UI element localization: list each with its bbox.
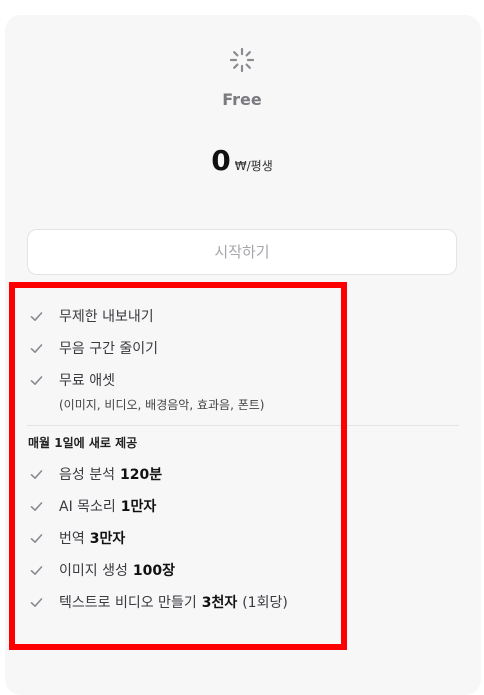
feature-item: 무료 애셋 bbox=[30, 368, 115, 392]
feature-label: 번역 bbox=[59, 531, 85, 547]
feature-label: 이미지 생성 bbox=[59, 563, 128, 579]
check-icon bbox=[30, 501, 43, 511]
monthly-feature-item: 번역 3만자 bbox=[30, 526, 125, 550]
check-icon bbox=[30, 533, 43, 543]
feature-value: 1만자 bbox=[120, 499, 157, 515]
assets-note: (이미지, 비디오, 배경음악, 효과음, 폰트) bbox=[59, 398, 265, 412]
feature-value: 100장 bbox=[132, 563, 175, 579]
feature-label: 무제한 내보내기 bbox=[59, 309, 154, 325]
monthly-feature-item: 음성 분석 120분 bbox=[30, 462, 162, 486]
feature-value: 120분 bbox=[119, 467, 163, 483]
monthly-section-title: 매월 1일에 새로 제공 bbox=[28, 436, 138, 450]
feature-suffix: (1회당) bbox=[242, 595, 288, 611]
divider bbox=[27, 425, 459, 426]
feature-item: 무음 구간 줄이기 bbox=[30, 336, 158, 360]
monthly-feature-item: 이미지 생성 100장 bbox=[30, 558, 175, 582]
feature-label: 텍스트로 비디오 만들기 bbox=[59, 595, 197, 611]
feature-value: 3천자 bbox=[201, 595, 238, 611]
feature-value: 3만자 bbox=[89, 531, 126, 547]
monthly-feature-item: AI 목소리 1만자 bbox=[30, 494, 156, 518]
feature-item: 무제한 내보내기 bbox=[30, 304, 154, 328]
check-icon bbox=[30, 469, 43, 479]
check-icon bbox=[30, 597, 43, 607]
feature-list: 무제한 내보내기 무음 구간 줄이기 무료 애셋 (이미지, 비디오, 배경음악… bbox=[0, 0, 484, 673]
check-icon bbox=[30, 375, 43, 385]
check-icon bbox=[30, 311, 43, 321]
feature-label: 음성 분석 bbox=[59, 467, 115, 483]
feature-label: 무료 애셋 bbox=[59, 373, 115, 389]
feature-label: 무음 구간 줄이기 bbox=[59, 341, 159, 357]
check-icon bbox=[30, 343, 43, 353]
monthly-feature-item: 텍스트로 비디오 만들기 3천자 (1회당) bbox=[30, 590, 288, 614]
feature-label: AI 목소리 bbox=[59, 499, 116, 515]
check-icon bbox=[30, 565, 43, 575]
